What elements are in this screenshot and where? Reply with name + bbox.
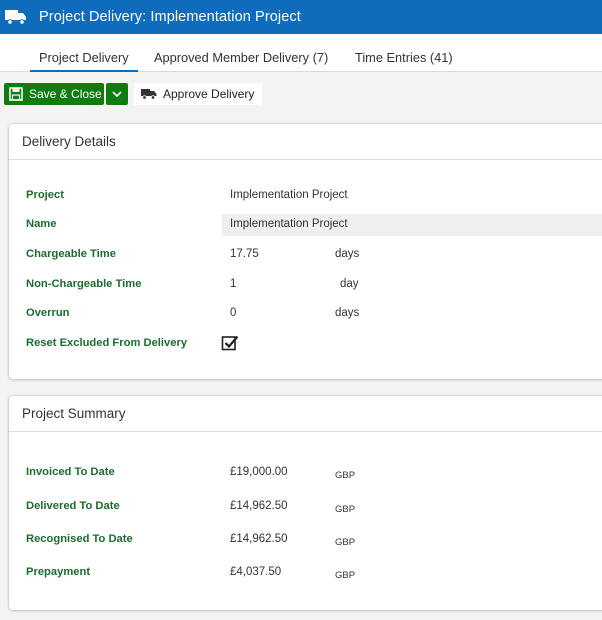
project-label: Project bbox=[26, 189, 64, 201]
non-chargeable-time-row: Non-Chargeable Time 1 day bbox=[9, 274, 602, 296]
save-options-dropdown[interactable] bbox=[106, 83, 128, 105]
tab-project-delivery[interactable]: Project Delivery bbox=[30, 50, 138, 72]
overrun-value[interactable]: 0 bbox=[230, 307, 236, 319]
approve-delivery-button[interactable]: Approve Delivery bbox=[134, 83, 262, 105]
tab-time-entries[interactable]: Time Entries (41) bbox=[355, 50, 453, 65]
invoiced-label: Invoiced To Date bbox=[26, 466, 115, 478]
overrun-unit: days bbox=[335, 307, 360, 319]
prepayment-label: Prepayment bbox=[26, 566, 91, 578]
invoiced-currency: GBP bbox=[335, 470, 356, 481]
title-bar: Project Delivery: Implementation Project bbox=[0, 0, 602, 34]
save-icon bbox=[9, 87, 23, 101]
delivered-row: Delivered To Date £14,962.50 GBP bbox=[9, 496, 602, 518]
chargeable-time-row: Chargeable Time 17.75 days bbox=[9, 244, 602, 266]
delivered-label: Delivered To Date bbox=[26, 500, 120, 512]
delivery-details-section: Delivery Details Project Implementation … bbox=[9, 124, 602, 379]
reset-excluded-label: Reset Excluded From Delivery bbox=[26, 337, 188, 349]
name-row: Name Implementation Project bbox=[9, 214, 602, 236]
non-chargeable-time-unit: day bbox=[340, 278, 359, 290]
prepayment-value: £4,037.50 bbox=[230, 566, 282, 578]
reset-excluded-checkbox[interactable] bbox=[221, 334, 239, 352]
truck-icon bbox=[141, 89, 157, 100]
prepayment-row: Prepayment £4,037.50 GBP bbox=[9, 562, 602, 584]
name-field[interactable]: Implementation Project bbox=[222, 214, 602, 236]
recognised-currency: GBP bbox=[335, 537, 356, 548]
save-and-close-label: Save & Close bbox=[29, 87, 102, 101]
approve-delivery-label: Approve Delivery bbox=[163, 87, 255, 101]
delivered-currency: GBP bbox=[335, 504, 356, 515]
section-title: Project Summary bbox=[9, 396, 602, 432]
overrun-row: Overrun 0 days bbox=[9, 303, 602, 325]
tab-approved-member-delivery[interactable]: Approved Member Delivery (7) bbox=[154, 50, 328, 65]
recognised-label: Recognised To Date bbox=[26, 533, 133, 545]
delivered-value: £14,962.50 bbox=[230, 500, 288, 512]
project-link[interactable]: Implementation Project bbox=[230, 189, 348, 201]
name-value: Implementation Project bbox=[230, 218, 348, 230]
command-bar: Save & Close Approve Delivery bbox=[0, 80, 602, 108]
project-summary-section: Project Summary Invoiced To Date £19,000… bbox=[9, 396, 602, 610]
chargeable-time-unit: days bbox=[335, 248, 360, 260]
tab-bar: Project Delivery Approved Member Deliver… bbox=[0, 34, 602, 72]
non-chargeable-time-label: Non-Chargeable Time bbox=[26, 278, 142, 290]
save-and-close-button[interactable]: Save & Close bbox=[4, 83, 104, 105]
section-title: Delivery Details bbox=[9, 124, 602, 160]
recognised-row: Recognised To Date £14,962.50 GBP bbox=[9, 529, 602, 551]
invoiced-row: Invoiced To Date £19,000.00 GBP bbox=[9, 462, 602, 484]
non-chargeable-time-value[interactable]: 1 bbox=[230, 278, 236, 290]
invoiced-value: £19,000.00 bbox=[230, 466, 288, 478]
truck-icon bbox=[5, 10, 26, 25]
project-row: Project Implementation Project bbox=[9, 185, 602, 207]
chevron-down-icon bbox=[112, 91, 122, 98]
recognised-value: £14,962.50 bbox=[230, 533, 288, 545]
chargeable-time-label: Chargeable Time bbox=[26, 248, 116, 260]
page-title: Project Delivery: Implementation Project bbox=[39, 9, 301, 25]
chargeable-time-value[interactable]: 17.75 bbox=[230, 248, 259, 260]
name-label: Name bbox=[26, 218, 57, 230]
overrun-label: Overrun bbox=[26, 307, 70, 319]
reset-excluded-row: Reset Excluded From Delivery bbox=[9, 333, 602, 355]
prepayment-currency: GBP bbox=[335, 570, 356, 581]
